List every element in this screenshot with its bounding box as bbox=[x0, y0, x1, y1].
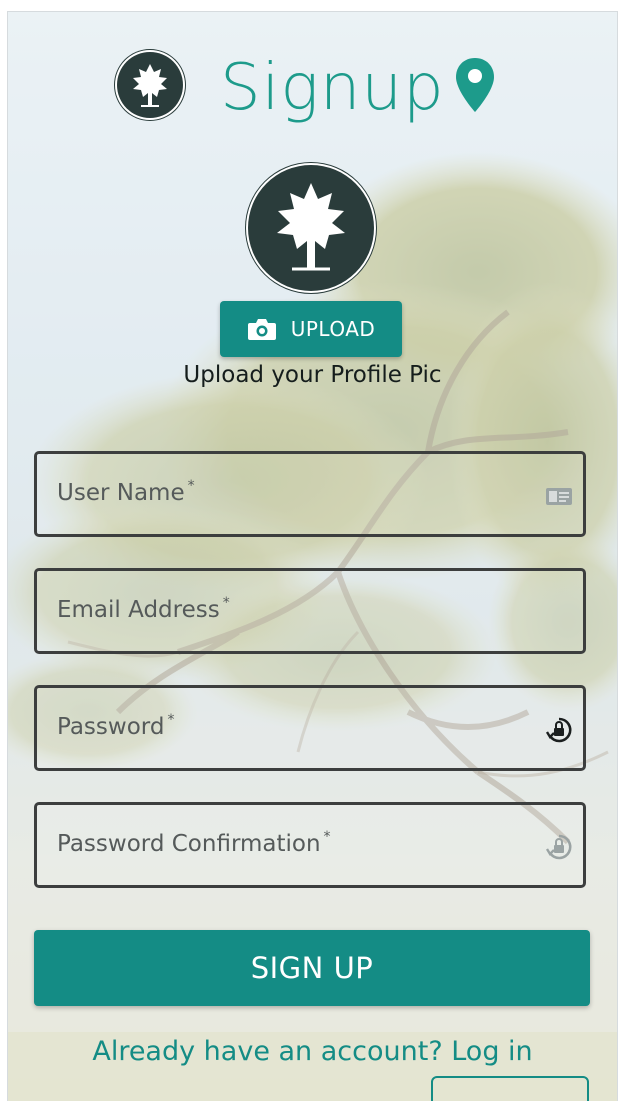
password-field[interactable]: Password * bbox=[34, 685, 586, 771]
id-card-icon bbox=[546, 488, 572, 505]
page-title: Signup bbox=[220, 51, 445, 125]
username-field[interactable]: User Name * bbox=[34, 451, 586, 537]
password-placeholder: Password * bbox=[57, 712, 175, 740]
partial-button-outline[interactable] bbox=[431, 1076, 589, 1101]
profile-avatar bbox=[248, 165, 374, 291]
signup-button[interactable]: SIGN UP bbox=[34, 930, 590, 1006]
email-field[interactable]: Email Address * bbox=[34, 568, 586, 654]
login-link[interactable]: Already have an account? Log in bbox=[8, 1036, 617, 1067]
lock-rotate-icon[interactable] bbox=[545, 716, 573, 744]
upload-button-label: UPLOAD bbox=[290, 317, 376, 341]
password-confirmation-field[interactable]: Password Confirmation * bbox=[34, 802, 586, 888]
username-placeholder: User Name * bbox=[57, 478, 195, 506]
upload-caption: Upload your Profile Pic bbox=[183, 362, 442, 388]
lock-rotate-icon[interactable] bbox=[545, 833, 573, 861]
upload-button[interactable]: UPLOAD bbox=[220, 301, 402, 357]
email-placeholder: Email Address * bbox=[57, 595, 230, 623]
tree-logo-icon bbox=[277, 183, 345, 271]
signup-screen: Signup UPLOAD Upload your Profile Pic Us… bbox=[7, 11, 618, 1101]
camera-icon bbox=[247, 319, 276, 340]
password-confirmation-placeholder: Password Confirmation * bbox=[57, 829, 331, 857]
map-pin-icon[interactable] bbox=[454, 56, 496, 114]
tree-logo-icon bbox=[117, 52, 183, 118]
